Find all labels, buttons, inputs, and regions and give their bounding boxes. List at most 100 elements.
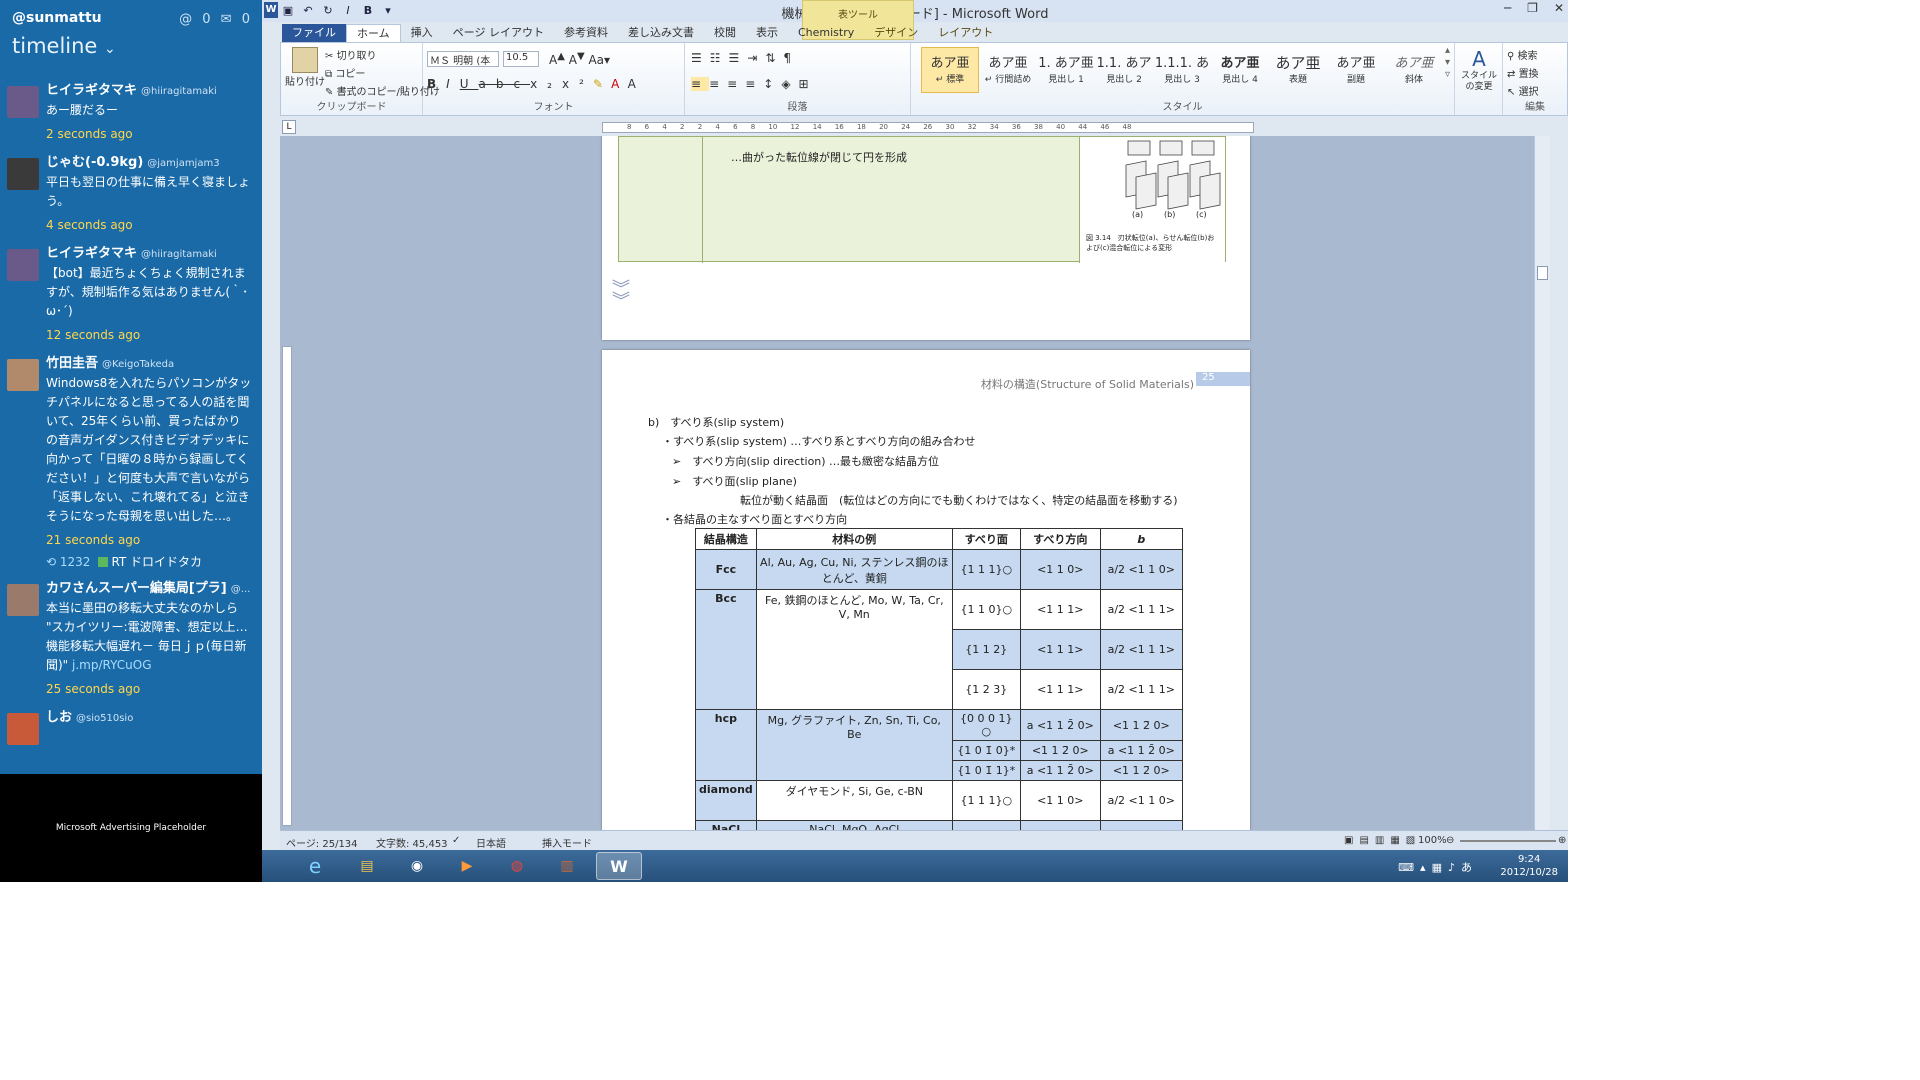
tab-references[interactable]: 参考資料 (554, 24, 618, 42)
avatar[interactable] (7, 249, 39, 281)
table-cell[interactable]: a/2 <1 1 1> (1099, 629, 1183, 670)
tab-selector[interactable]: L (282, 120, 296, 134)
body-text[interactable]: ・すべり系(slip system) …すべり系とすべり方向の組み合わせ (662, 433, 976, 449)
clock[interactable]: 9:24 2012/10/28 (1500, 853, 1558, 879)
superscript-icon[interactable]: x² (562, 77, 594, 91)
style-heading-3[interactable]: 1.1.1. あ見出し 3 (1153, 47, 1211, 93)
media-center-icon[interactable]: ▶ (444, 852, 490, 880)
mail-icon[interactable]: ✉ (221, 12, 232, 27)
style-heading-2[interactable]: 1.1. あア 見出し 2 (1095, 47, 1153, 93)
style-subtitle[interactable]: あア亜 副題 (1327, 47, 1385, 93)
table-cell[interactable]: Mg, グラファイト, Zn, Sn, Ti, Co, Be (755, 709, 953, 781)
document-page[interactable]: 材料の構造(Structure of Solid Materials) 25 b… (602, 350, 1250, 830)
tweet-handle[interactable]: @sio510sio (76, 713, 133, 724)
close-icon[interactable]: ✕ (1554, 1, 1564, 15)
title-bar[interactable]: W ▣ ↶ ↻ I B ▾ 機械材料科学 [互換モード] - Microsoft… (262, 0, 1568, 22)
tab-home[interactable]: ホーム (346, 24, 401, 42)
scrollbar-thumb[interactable] (1537, 266, 1548, 280)
table-cell[interactable]: {1 0 1̄ 0}* (951, 740, 1021, 761)
vertical-ruler[interactable] (282, 346, 292, 826)
tweet-handle[interactable]: @hiiragitamaki (141, 86, 217, 97)
slip-system-table[interactable]: 結晶構造 材料の例 すべり面 すべり方向 b Fcc Al, Au, Ag, C… (695, 528, 1183, 830)
restore-icon[interactable]: ❐ (1527, 1, 1538, 15)
table-cell[interactable]: a (1099, 820, 1183, 830)
word-taskbar-icon[interactable]: W (596, 852, 642, 880)
table-cell[interactable]: a/2 <1 1 0> (1099, 780, 1183, 821)
mention-icon[interactable]: @ (179, 12, 192, 27)
table-cell[interactable] (1019, 820, 1101, 830)
sort-icon[interactable]: ⇅ (765, 51, 783, 65)
volume-icon[interactable]: ♪ (1448, 861, 1461, 874)
retweeted-by[interactable]: RT ドロイドタカ (111, 555, 202, 569)
table-cell[interactable] (951, 820, 1021, 830)
font-name-select[interactable]: ＭＳ 明朝 (本 (427, 51, 499, 67)
table-cell[interactable]: {1 1 1}○ (951, 780, 1021, 821)
table-cell[interactable]: hcp (695, 709, 757, 781)
tweet[interactable]: ヒイラギタマキ @hiiragitamaki あー腰だるー 2 seconds a… (0, 82, 262, 146)
tweet[interactable]: じゃむ(-0.9kg) @jamjamjam3 平日も翌日の仕事に備え早く寝ましょ… (0, 154, 262, 237)
table-cell[interactable]: diamond (695, 780, 757, 821)
table-cell[interactable]: <1 1 0> (1019, 549, 1101, 590)
vertical-scrollbar[interactable] (1534, 136, 1550, 830)
body-text[interactable]: 転位が動く結晶面 (転位はどの方向にでも動くわけではなく、特定の結晶面を移動する… (740, 492, 1178, 508)
tweet-handle[interactable]: @... (231, 584, 251, 595)
insert-mode[interactable]: 挿入モード (542, 835, 592, 850)
replace-button[interactable]: ⇄ 置換 (1507, 65, 1539, 80)
proofing-icon[interactable]: ✓ (452, 835, 460, 846)
table-cell[interactable]: {1 1 0}○ (951, 589, 1021, 630)
timeline-selector[interactable]: timeline ⌄ (12, 34, 250, 58)
media-player-icon[interactable]: ◉ (394, 852, 440, 880)
tweet-author[interactable]: しお (46, 710, 72, 725)
explorer-icon[interactable]: ▤ (344, 852, 390, 880)
table-cell[interactable]: Fcc (695, 549, 757, 590)
change-styles-button[interactable]: A スタイルの変更 (1457, 47, 1501, 93)
font-color-icon[interactable]: A (611, 77, 628, 91)
body-text[interactable]: ・各結晶の主なすべり面とすべり方向 (662, 511, 847, 527)
tab-design[interactable]: デザイン (864, 24, 928, 42)
tweet-time[interactable]: 4 seconds ago (46, 213, 252, 237)
find-button[interactable]: ⚲ 検索 (1507, 47, 1538, 62)
shading-icon[interactable]: ◈ (781, 77, 798, 91)
table-cell[interactable]: a <1 1 2̄ 0> (1099, 740, 1183, 761)
advertising-placeholder[interactable]: Microsoft Advertising Placeholder (0, 774, 262, 882)
table-cell[interactable]: Fe, 鉄鋼のほとんど, Mo, W, Ta, Cr, V, Mn (755, 589, 953, 710)
table-cell[interactable]: ダイヤモンド, Si, Ge, c-BN (755, 780, 953, 821)
table-cell[interactable]: {1 2 3} (951, 669, 1021, 710)
horizontal-ruler[interactable]: 8 6 4 2 2 4 6 8 10 12 14 16 18 20 24 26 … (602, 122, 1254, 133)
chrome-icon[interactable]: ◍ (494, 852, 540, 880)
table-cell[interactable]: a <1 1 2̄ 0> (1019, 760, 1101, 781)
bold-icon[interactable]: B (427, 77, 446, 91)
tray-expand-icon[interactable]: ▴ (1420, 861, 1432, 874)
avatar[interactable] (7, 158, 39, 190)
table-cell[interactable]: Bcc (695, 589, 757, 710)
numbering-icon[interactable]: ☷ (710, 51, 729, 65)
table-cell[interactable] (619, 137, 703, 263)
avatar[interactable] (7, 713, 39, 745)
tweet-author[interactable]: カワさんスーパー編集局[プラ] (46, 581, 227, 596)
tweet[interactable]: しお @sio510sio (0, 709, 262, 745)
gallery-scroll-icon[interactable]: ▴ ▾ ▿ (1445, 45, 1450, 81)
heading-text[interactable]: b) すべり系(slip system) (648, 414, 784, 430)
tweet-author[interactable]: ヒイラギタマキ (46, 246, 137, 261)
tab-layout[interactable]: レイアウト (928, 24, 1003, 42)
tweet-link[interactable]: j.mp/RYCuOG (72, 658, 151, 672)
multilevel-icon[interactable]: ☰ (729, 51, 748, 65)
style-emphasis[interactable]: あア亜 斜体 (1385, 47, 1443, 93)
tab-chemistry[interactable]: Chemistry (788, 24, 864, 42)
tab-insert[interactable]: 挿入 (401, 24, 443, 42)
network-icon[interactable]: ▦ (1432, 861, 1448, 874)
table-header[interactable]: すべり面 (951, 528, 1021, 550)
tweet-time[interactable]: 2 seconds ago (46, 122, 252, 146)
tab-view[interactable]: 表示 (746, 24, 788, 42)
table-header[interactable]: b (1099, 528, 1183, 550)
tab-page-layout[interactable]: ページ レイアウト (443, 24, 554, 42)
body-text[interactable]: …曲がった転位線が閉じて円を形成 (731, 149, 907, 165)
highlight-icon[interactable]: ✎ (593, 77, 611, 91)
table-cell[interactable]: <1 1 1> (1019, 669, 1101, 710)
line-spacing-icon[interactable]: ↕ (763, 77, 781, 91)
copy-button[interactable]: ⧉ コピー (325, 65, 365, 80)
page-number[interactable]: 25 (1196, 372, 1250, 386)
table-cell[interactable]: <1 1 0> (1019, 780, 1101, 821)
style-title[interactable]: あア亜 表題 (1269, 47, 1327, 93)
table-cell[interactable]: NaCl (695, 820, 757, 830)
